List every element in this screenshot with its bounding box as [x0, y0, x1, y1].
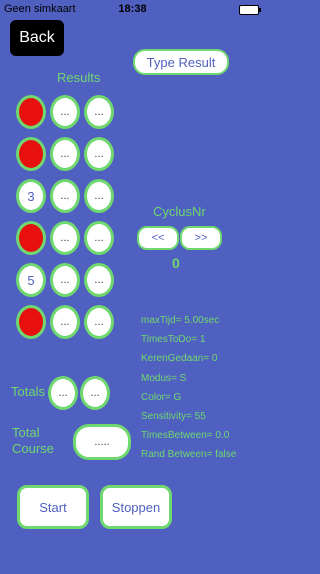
info-line: TimesBetween= 0.0: [141, 430, 230, 442]
total-course-button[interactable]: .....: [73, 424, 131, 460]
result-value-circle[interactable]: ...: [50, 137, 80, 171]
result-value-circle[interactable]: ...: [84, 305, 114, 339]
cyclus-label: CyclusNr: [153, 204, 206, 219]
total-course-line-1: Total: [12, 425, 40, 440]
result-value-circle[interactable]: ...: [50, 221, 80, 255]
results-label: Results: [57, 70, 101, 85]
settings-info: maxTijd= 5.00sec TimesToDo= 1 KerenGedaa…: [141, 311, 236, 465]
info-line: Rand Between= false: [141, 449, 237, 461]
info-line: TimesToDo= 1: [141, 334, 206, 346]
result-number-circle[interactable]: 3: [16, 179, 46, 213]
info-line: Color= G: [141, 391, 182, 403]
result-value-circle[interactable]: ...: [50, 179, 80, 213]
stop-button[interactable]: Stoppen: [100, 485, 172, 529]
result-value-circle[interactable]: ...: [84, 179, 114, 213]
result-value-circle[interactable]: ...: [50, 305, 80, 339]
result-number-circle[interactable]: 2: [16, 137, 46, 171]
result-value-circle[interactable]: ...: [84, 95, 114, 129]
cycle-number: 0: [172, 255, 180, 271]
result-number-circle[interactable]: 6: [16, 305, 46, 339]
result-value-circle[interactable]: ...: [84, 221, 114, 255]
result-value-circle[interactable]: ...: [50, 263, 80, 297]
cycle-prev-button[interactable]: <<: [137, 226, 179, 250]
cycle-next-button[interactable]: >>: [180, 226, 222, 250]
result-value-circle[interactable]: ...: [84, 263, 114, 297]
type-result-button[interactable]: Type Result: [133, 49, 229, 75]
total-course-label: Total Course: [12, 425, 54, 457]
start-button[interactable]: Start: [17, 485, 89, 529]
clock: 18:38: [118, 3, 147, 15]
battery-icon: [239, 5, 261, 15]
totals-value-2[interactable]: ...: [80, 376, 110, 410]
back-button[interactable]: Back: [10, 20, 64, 56]
result-value-circle[interactable]: ...: [84, 137, 114, 171]
info-line: KerenGedaan= 0: [141, 353, 218, 365]
total-course-line-2: Course: [12, 441, 54, 456]
result-number-circle[interactable]: 5: [16, 263, 46, 297]
info-line: Modus= S: [141, 372, 187, 384]
totals-label: Totals: [11, 384, 45, 399]
totals-value-1[interactable]: ...: [48, 376, 78, 410]
info-line: Sensitivity= 55: [141, 411, 206, 423]
info-line: maxTijd= 5.00sec: [141, 315, 220, 326]
status-bar: Geen simkaart 18:38: [0, 0, 265, 20]
result-value-circle[interactable]: ...: [50, 95, 80, 129]
result-number-circle[interactable]: 4: [16, 221, 46, 255]
result-number-circle[interactable]: 1: [16, 95, 46, 129]
